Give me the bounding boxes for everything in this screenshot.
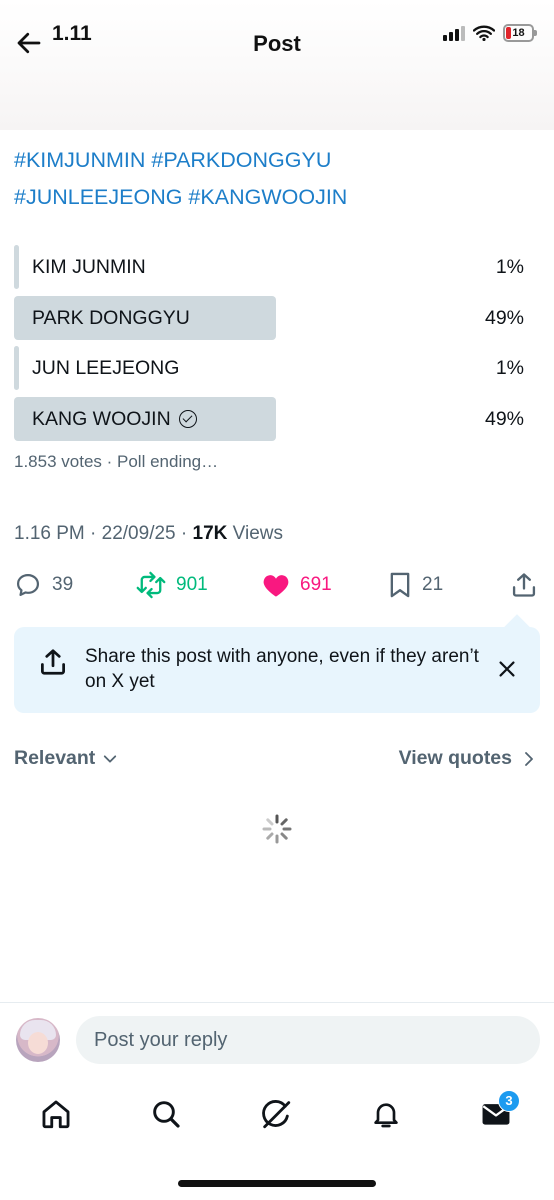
repost-button[interactable]: 901 [136,568,208,602]
voted-check-icon [178,409,197,428]
divider [0,1002,554,1003]
grok-icon[interactable] [256,1090,296,1138]
bookmark-icon [390,572,410,598]
poll-option-label: KANG WOOJIN [32,407,171,430]
poll: KIM JUNMIN 1% PARK DONGGYU 49% JUN LEEJE… [14,245,524,447]
reply-input[interactable]: Post your reply [76,1016,540,1064]
share-button[interactable] [510,568,538,602]
timestamp-text: 1.16 PM · 22/09/25 · [14,523,193,544]
poll-option-percent: 1% [495,256,524,278]
share-prompt-text[interactable]: Share this post with anyone, even if the… [85,644,485,694]
share-prompt: Share this post with anyone, even if the… [14,614,540,713]
notifications-icon[interactable] [366,1090,406,1138]
post-timestamp: 1.16 PM · 22/09/25 · 17K Views [14,523,283,545]
top-bar: 1.11 Post 18 [0,0,554,130]
battery-icon: 18 [503,24,537,42]
poll-option: JUN LEEJEONG 1% [14,346,524,390]
like-count: 691 [300,574,332,595]
loading-spinner-icon [261,813,293,845]
heart-icon [263,575,289,597]
poll-option-label: JUN LEEJEONG [32,357,180,379]
messages-icon[interactable]: 3 [476,1090,520,1138]
home-icon[interactable] [36,1090,76,1138]
home-indicator [178,1180,376,1187]
reply-count: 39 [52,574,74,595]
view-quotes-link[interactable]: View quotes [399,747,536,770]
repost-count: 901 [176,574,208,595]
poll-option-percent: 1% [495,357,524,379]
poll-option-percent: 49% [484,407,524,430]
views-count[interactable]: 17K [193,523,228,544]
close-icon[interactable] [496,658,518,685]
like-button[interactable]: 691 [262,568,332,602]
reply-icon [16,573,40,597]
chevron-down-icon [104,754,117,763]
sort-replies-button[interactable]: Relevant [14,747,119,770]
share-icon [38,647,68,682]
reply-button[interactable]: 39 [14,568,73,602]
status-icons: 18 [443,24,537,42]
poll-option-percent: 49% [484,306,524,329]
bookmark-count: 21 [422,574,444,595]
repost-icon [136,571,166,599]
bookmark-button[interactable]: 21 [388,568,443,602]
poll-meta: 1.853 votes · Poll ending… [14,452,219,471]
share-prompt-pointer [504,614,530,640]
avatar[interactable] [16,1018,60,1062]
bottom-nav: 3 [0,1090,554,1140]
view-quotes-label: View quotes [398,747,512,769]
poll-option: KANG WOOJIN 49% [14,396,524,441]
hashtags-line-1[interactable]: #KIMJUNMIN #PARKDONGGYU [14,142,534,179]
wifi-icon [473,25,495,41]
poll-option-label: KIM JUNMIN [32,256,146,278]
messages-badge: 3 [498,1090,520,1112]
poll-option: PARK DONGGYU 49% [14,295,524,340]
hashtags-line-2[interactable]: #JUNLEEJEONG #KANGWOOJIN [14,179,534,216]
poll-option-bar [14,346,19,390]
signal-icon [443,25,465,41]
chevron-right-icon [525,751,533,766]
search-icon[interactable] [146,1090,186,1138]
views-label: Views [227,523,283,544]
post-actions: 39 901 691 21 [14,568,540,602]
poll-option: KIM JUNMIN 1% [14,245,524,289]
battery-level: 18 [512,27,525,39]
poll-option-label: PARK DONGGYU [32,306,190,329]
poll-option-bar [14,245,19,289]
post-hashtags: #KIMJUNMIN #PARKDONGGYU #JUNLEEJEONG #KA… [14,142,534,216]
sort-label: Relevant [14,747,96,769]
share-icon [512,573,536,597]
